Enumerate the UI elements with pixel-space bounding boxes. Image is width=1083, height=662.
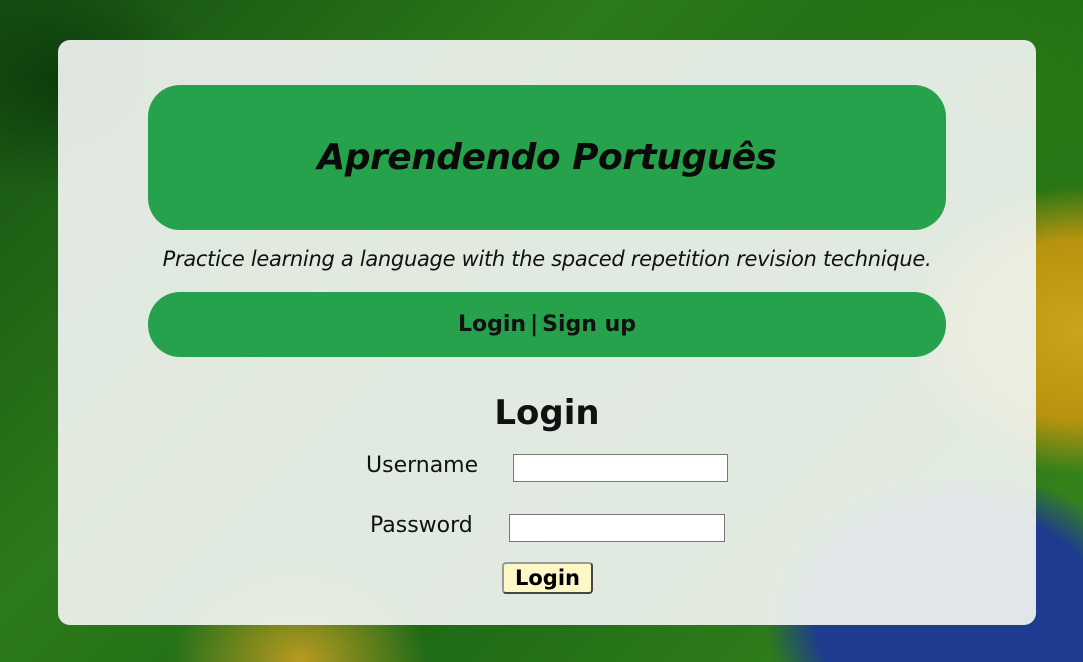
login-heading: Login: [494, 393, 600, 433]
nav-bar: Login | Sign up: [148, 292, 946, 357]
signup-link[interactable]: Sign up: [542, 312, 636, 337]
nav-separator: |: [530, 312, 539, 337]
tagline: Practice learning a language with the sp…: [162, 247, 932, 271]
password-label: Password: [370, 513, 473, 538]
login-submit-button[interactable]: Login: [502, 562, 593, 594]
password-input[interactable]: [509, 514, 725, 542]
username-label: Username: [366, 453, 479, 478]
login-link[interactable]: Login: [458, 312, 526, 337]
main-card: Aprendendo Português Practice learning a…: [58, 40, 1036, 625]
title-banner: Aprendendo Português: [148, 85, 946, 230]
app-title: Aprendendo Português: [317, 137, 777, 178]
username-input[interactable]: [513, 454, 728, 482]
